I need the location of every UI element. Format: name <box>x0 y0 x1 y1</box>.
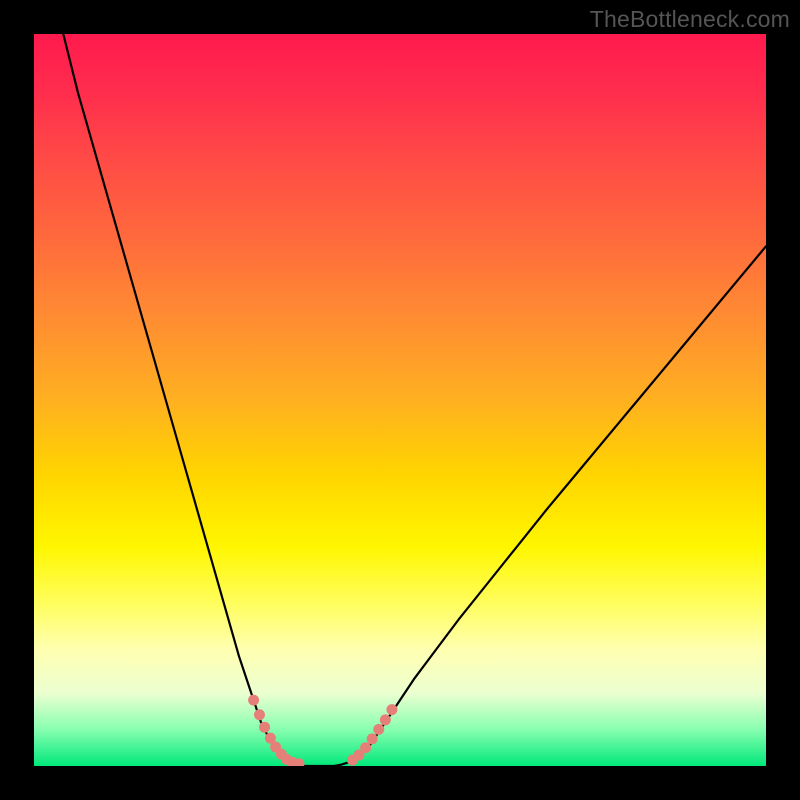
data-marker <box>367 733 378 744</box>
chart-frame: TheBottleneck.com <box>0 0 800 800</box>
data-marker <box>373 724 384 735</box>
curve-segment <box>63 34 290 762</box>
data-marker <box>259 722 270 733</box>
data-marker <box>386 704 397 715</box>
chart-svg <box>34 34 766 766</box>
data-marker <box>380 714 391 725</box>
plot-area <box>34 34 766 766</box>
data-marker <box>254 709 265 720</box>
data-marker <box>248 695 259 706</box>
watermark-text: TheBottleneck.com <box>590 6 790 33</box>
curve-segment <box>356 246 766 758</box>
data-marker <box>360 742 371 753</box>
